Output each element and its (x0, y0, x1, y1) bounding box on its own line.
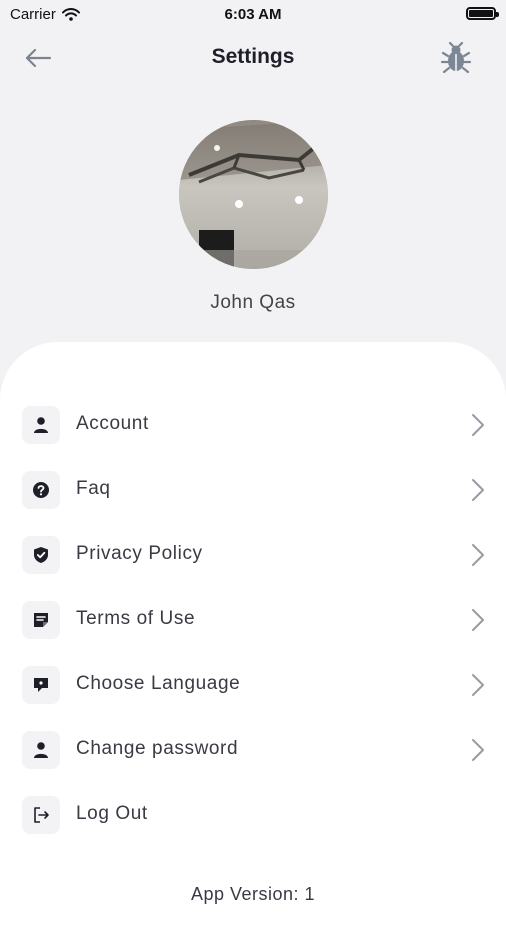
nav-header: Settings (0, 36, 506, 80)
menu-item-label: Privacy Policy (76, 543, 203, 564)
menu-item-change-password[interactable]: Change password (0, 718, 506, 782)
menu-item-log-out[interactable]: Log Out (0, 783, 506, 847)
chevron-right-icon (472, 674, 484, 696)
chat-bubble-icon (34, 678, 48, 692)
chevron-right-icon (472, 609, 484, 631)
menu-item-privacy-policy[interactable]: Privacy Policy (0, 523, 506, 587)
chevron-right-icon (472, 414, 484, 436)
menu-item-label: Faq (76, 478, 111, 499)
chevron-right-icon (472, 739, 484, 761)
menu-item-label: Terms of Use (76, 608, 196, 629)
person-icon (34, 417, 48, 433)
faq-icon-box (22, 471, 60, 509)
shield-check-icon (34, 547, 48, 563)
menu-item-label: Account (76, 413, 149, 434)
menu-item-faq[interactable]: Faq (0, 458, 506, 522)
menu-item-label: Change password (76, 738, 239, 759)
change-password-icon-box (22, 731, 60, 769)
terms-icon-box (22, 601, 60, 639)
menu-item-label: Choose Language (76, 673, 241, 694)
logout-icon (34, 807, 49, 823)
status-time: 6:03 AM (224, 6, 282, 23)
page-title: Settings (211, 45, 295, 68)
battery-icon (466, 7, 499, 20)
app-version: App Version: 1 (190, 884, 316, 904)
menu-item-choose-language[interactable]: Choose Language (0, 653, 506, 717)
avatar[interactable] (179, 120, 328, 269)
question-circle-icon (33, 482, 49, 498)
privacy-icon-box (22, 536, 60, 574)
chevron-right-icon (472, 479, 484, 501)
chevron-right-icon (472, 544, 484, 566)
person-icon (34, 742, 48, 758)
note-icon (34, 613, 48, 627)
debug-button[interactable] (438, 40, 474, 76)
menu-item-account[interactable]: Account (0, 393, 506, 457)
logout-icon-box (22, 796, 60, 834)
profile-name: John Qas (210, 292, 296, 313)
avatar-photo (179, 120, 328, 269)
menu-item-terms-of-use[interactable]: Terms of Use (0, 588, 506, 652)
account-icon-box (22, 406, 60, 444)
bug-icon (440, 42, 472, 74)
menu-item-label: Log Out (76, 803, 148, 824)
status-bar: Carrier 6:03 AM (0, 0, 506, 30)
language-icon-box (22, 666, 60, 704)
